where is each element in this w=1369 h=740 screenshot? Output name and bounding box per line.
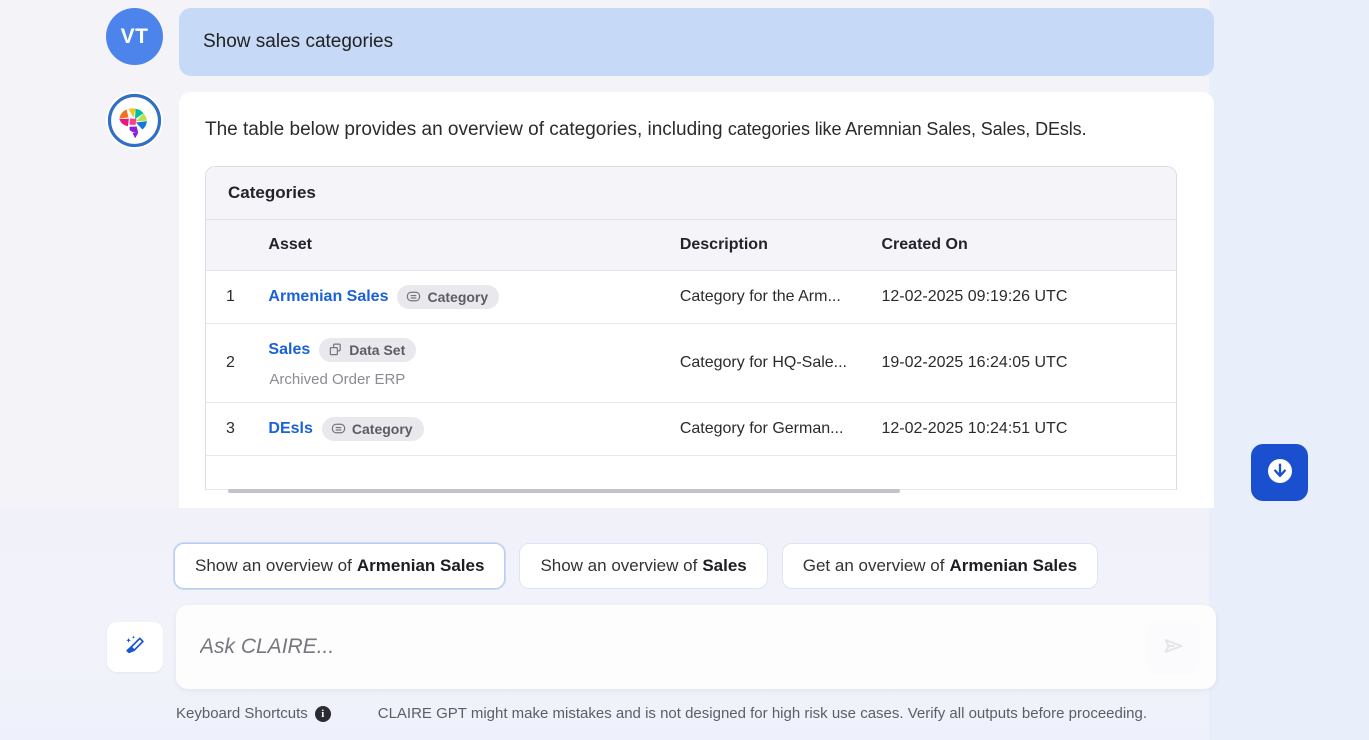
user-message-text: Show sales categories: [203, 31, 394, 52]
scrollbar-thumb[interactable]: [228, 489, 900, 493]
asset-subtitle: Archived Order ERP: [269, 370, 406, 388]
info-icon[interactable]: i: [314, 705, 331, 722]
suggestion-entity: Armenian Sales: [356, 556, 485, 575]
claire-brain-icon: [106, 92, 163, 149]
data-set-icon: [328, 342, 343, 357]
user-message-bubble: Show sales categories: [179, 8, 1214, 76]
row-description: Category for the Arm...: [671, 270, 874, 324]
avatar: VT: [106, 8, 163, 65]
category-icon: [331, 421, 346, 436]
asset-type-badge: Data Set: [319, 337, 417, 362]
row-asset-cell: Armenian Sales Category: [258, 270, 672, 324]
row-created-on: 19-02-2025 16:24:05 UTC: [873, 323, 1176, 403]
row-description: Category for German...: [671, 402, 874, 456]
keyboard-shortcuts-link[interactable]: Keyboard Shortcuts i: [176, 705, 331, 722]
row-index: 3: [206, 402, 259, 456]
clear-conversation-button[interactable]: [107, 622, 163, 672]
badge-label: Category: [427, 288, 489, 305]
row-created-on: [873, 455, 1176, 490]
suggestion-chip-1[interactable]: Show an overview of Armenian Sales: [174, 543, 506, 589]
send-plane-icon: [1157, 630, 1189, 665]
user-message-row: VT Show sales categories: [0, 0, 1250, 76]
row-asset-cell: [258, 455, 672, 490]
table-row-partial[interactable]: [206, 455, 1176, 490]
row-asset-cell: Sales Data Set Archived Order ERP: [258, 323, 672, 403]
table-row[interactable]: 2 Sales Data Set Archived Order ERP Cate…: [206, 323, 1176, 403]
row-index: 1: [206, 270, 259, 324]
claire-gpt-chat-screen: VT Show sales categories The table below…: [0, 0, 1369, 740]
suggestion-prefix: Show an overview of: [195, 556, 352, 575]
column-header-created-on[interactable]: Created On: [873, 219, 1176, 271]
row-description: [671, 455, 874, 490]
suggestion-chip-3[interactable]: Get an overview of Armenian Sales: [781, 543, 1099, 589]
assistant-intro-detail: categories like Aremnian Sales, Sales, D…: [727, 119, 1087, 139]
badge-label: Category: [351, 420, 413, 437]
asset-type-badge: Category: [321, 416, 424, 441]
category-icon: [406, 289, 421, 304]
footer: Keyboard Shortcuts i CLAIRE GPT might ma…: [176, 705, 1147, 722]
suggestion-entity: Armenian Sales: [949, 556, 1078, 575]
suggestion-chip-2[interactable]: Show an overview of Sales: [519, 543, 768, 589]
row-created-on: 12-02-2025 09:19:26 UTC: [873, 270, 1176, 324]
asset-link[interactable]: DEsls: [268, 420, 312, 438]
table-row[interactable]: 3 DEsls Category Category for German... …: [206, 402, 1176, 456]
asset-link[interactable]: Armenian Sales: [268, 288, 388, 306]
search-input[interactable]: [176, 635, 1146, 659]
arrow-down-circle-icon: [1265, 456, 1295, 489]
suggestion-entity: Sales: [702, 556, 747, 575]
composer[interactable]: [176, 605, 1216, 689]
row-description: Category for HQ-Sale...: [671, 323, 874, 403]
row-asset-cell: DEsls Category: [258, 402, 672, 456]
claire-logo-svg: [107, 93, 162, 148]
table-title: Categories: [206, 166, 1176, 220]
suggestion-prefix: Get an overview of: [802, 556, 945, 575]
row-index: [206, 455, 259, 490]
send-button[interactable]: [1146, 620, 1200, 674]
row-created-on: 12-02-2025 10:24:51 UTC: [873, 402, 1176, 456]
assistant-intro-text: The table below provides an overview of …: [205, 116, 1190, 144]
keyboard-shortcuts-label: Keyboard Shortcuts: [176, 705, 308, 722]
asset-type-badge: Category: [397, 284, 500, 309]
assistant-message-row: The table below provides an overview of …: [0, 76, 1250, 508]
asset-link[interactable]: Sales: [268, 341, 310, 359]
suggestion-chips: Show an overview of Armenian Sales Show …: [174, 543, 1099, 589]
column-header-description[interactable]: Description: [671, 219, 874, 271]
column-header-asset[interactable]: Asset: [258, 219, 672, 271]
assistant-message-bubble: The table below provides an overview of …: [179, 92, 1214, 508]
disclaimer-text: CLAIRE GPT might make mistakes and is no…: [377, 705, 1148, 722]
row-index: 2: [206, 323, 259, 403]
broom-sparkle-icon: [120, 631, 150, 664]
categories-table: Asset Description Created On 1 Armenian …: [206, 219, 1176, 490]
suggestion-prefix: Show an overview of: [540, 556, 698, 575]
assistant-intro-main: The table below provides an overview of …: [205, 119, 723, 140]
column-header-index[interactable]: [206, 219, 259, 271]
badge-label: Data Set: [349, 341, 406, 358]
table-horizontal-scrollbar[interactable]: [228, 489, 1173, 494]
categories-table-card: Categories Asset Description Created On: [205, 165, 1177, 490]
scroll-to-bottom-button[interactable]: [1251, 444, 1308, 501]
table-header-row: Asset Description Created On: [206, 219, 1176, 271]
table-row[interactable]: 1 Armenian Sales Category Category for t…: [206, 270, 1176, 324]
message-list[interactable]: VT Show sales categories The table below…: [0, 0, 1250, 508]
